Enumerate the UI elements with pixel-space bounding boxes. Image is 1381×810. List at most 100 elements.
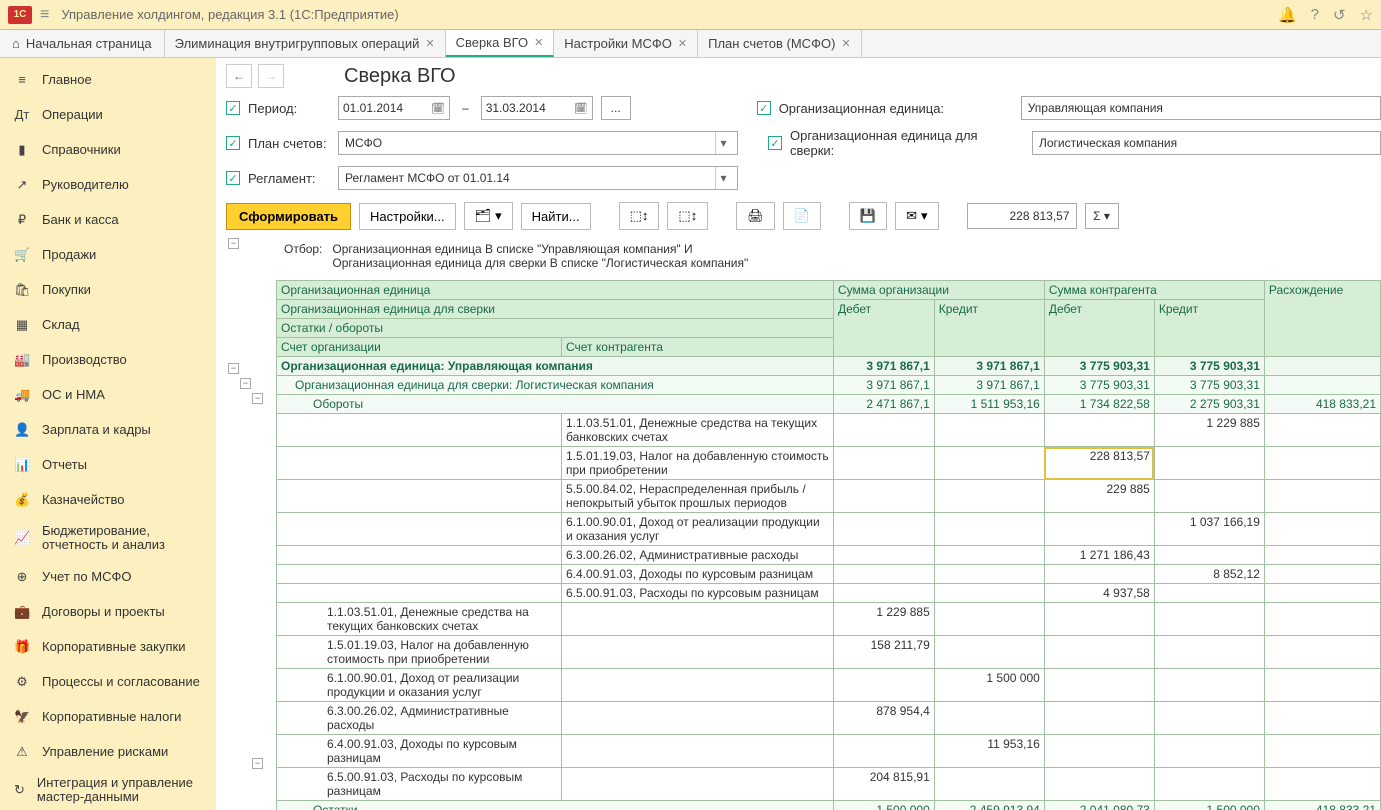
app-logo: 1C <box>8 6 32 24</box>
find-button[interactable]: Найти... <box>521 203 591 230</box>
home-tab[interactable]: ⌂ Начальная страница <box>0 30 165 57</box>
plan-checkbox[interactable]: ✓ <box>226 136 240 150</box>
sidebar-item-14[interactable]: ⊕Учет по МСФО <box>0 559 216 594</box>
org-unit-sv-input[interactable]: Логистическая компания <box>1032 131 1381 155</box>
row-title: Обороты <box>277 395 834 414</box>
sidebar-item-13[interactable]: 📈Бюджетирование, отчетность и анализ <box>0 517 216 559</box>
chevron-down-icon[interactable]: ▾ <box>715 132 731 154</box>
period-from-input[interactable]: 01.01.2014🗓 <box>338 96 450 120</box>
plan-select[interactable]: МСФО▾ <box>338 131 738 155</box>
table-row[interactable]: 1.1.03.51.01, Денежные средства на текущ… <box>277 414 1381 447</box>
sidebar-item-8[interactable]: 🏭Производство <box>0 342 216 377</box>
reglament-label: Регламент: <box>248 171 330 186</box>
sidebar-item-1[interactable]: ДтОперации <box>0 97 216 132</box>
tab-3[interactable]: План счетов (МСФО)✕ <box>698 30 862 57</box>
table-row[interactable]: Обороты2 471 867,11 511 953,161 734 822,… <box>277 395 1381 414</box>
table-row[interactable]: 6.3.00.26.02, Административные расходы87… <box>277 702 1381 735</box>
calendar-icon[interactable]: 🗓 <box>431 102 445 115</box>
table-row[interactable]: 1.5.01.19.03, Налог на добавленную стоим… <box>277 636 1381 669</box>
cell-value <box>834 513 935 546</box>
printer-icon: 🖨 <box>747 208 764 224</box>
table-row[interactable]: 6.4.00.91.03, Доходы по курсовым разница… <box>277 565 1381 584</box>
table-row[interactable]: 1.5.01.19.03, Налог на добавленную стоим… <box>277 447 1381 480</box>
sidebar-icon: 📈 <box>14 530 30 546</box>
cell-value <box>834 480 935 513</box>
sidebar-item-15[interactable]: 💼Договоры и проекты <box>0 594 216 629</box>
sidebar-icon: 💰 <box>14 492 30 508</box>
org-unit-checkbox[interactable]: ✓ <box>757 101 771 115</box>
help-icon[interactable]: ? <box>1311 6 1319 24</box>
table-row[interactable]: Остатки1 500 0002 459 913,942 041 080,73… <box>277 801 1381 810</box>
save-button[interactable]: 💾 <box>849 202 887 230</box>
cell-value <box>1154 546 1264 565</box>
table-row[interactable]: Организационная единица для сверки: Логи… <box>277 376 1381 395</box>
table-row[interactable]: Организационная единица: Управляющая ком… <box>277 357 1381 376</box>
table-row[interactable]: 6.1.00.90.01, Доход от реализации продук… <box>277 513 1381 546</box>
sidebar-item-3[interactable]: ↗Руководителю <box>0 167 216 202</box>
sidebar-item-17[interactable]: ⚙Процессы и согласование <box>0 664 216 699</box>
reglament-select[interactable]: Регламент МСФО от 01.01.14▾ <box>338 166 738 190</box>
tree-collapse-icon[interactable]: − <box>252 393 263 404</box>
table-row[interactable]: 1.1.03.51.01, Денежные средства на текущ… <box>277 603 1381 636</box>
sidebar-item-6[interactable]: 🛍Покупки <box>0 272 216 307</box>
table-row[interactable]: 6.5.00.91.03, Расходы по курсовым разниц… <box>277 584 1381 603</box>
tree-collapse-icon[interactable]: − <box>228 363 239 374</box>
period-checkbox[interactable]: ✓ <box>226 101 240 115</box>
sidebar-item-12[interactable]: 💰Казначейство <box>0 482 216 517</box>
org-unit-sv-checkbox[interactable]: ✓ <box>768 136 782 150</box>
email-button[interactable]: ✉▾ <box>895 202 938 230</box>
table-row[interactable]: 6.1.00.90.01, Доход от реализации продук… <box>277 669 1381 702</box>
star-icon[interactable]: ☆ <box>1360 6 1373 24</box>
menu-icon[interactable]: ≡ <box>40 6 49 24</box>
expand-button[interactable]: ⬚↕ <box>619 202 660 230</box>
tree-collapse-icon[interactable]: − <box>228 238 239 249</box>
sidebar-item-4[interactable]: ₽Банк и касса <box>0 202 216 237</box>
tab-2[interactable]: Настройки МСФО✕ <box>554 30 698 57</box>
preview-button[interactable]: 📄 <box>783 202 821 230</box>
reglament-checkbox[interactable]: ✓ <box>226 171 240 185</box>
tree-collapse-icon[interactable]: − <box>252 758 263 769</box>
sidebar-item-20[interactable]: ↻Интеграция и управление мастер-данными <box>0 769 216 810</box>
close-icon[interactable]: ✕ <box>425 37 434 50</box>
cell-value: 1 511 953,16 <box>934 395 1044 414</box>
tab-0[interactable]: Элиминация внутригрупповых операций✕ <box>165 30 446 57</box>
calendar-icon[interactable]: 🗓 <box>574 102 588 115</box>
period-to-input[interactable]: 31.03.2014🗓 <box>481 96 593 120</box>
cell-value: 2 275 903,31 <box>1154 395 1264 414</box>
tab-1[interactable]: Сверка ВГО✕ <box>446 30 555 57</box>
history-icon[interactable]: ↺ <box>1333 6 1346 24</box>
sidebar-item-7[interactable]: ▦Склад <box>0 307 216 342</box>
forward-button[interactable]: → <box>258 64 284 88</box>
close-icon[interactable]: ✕ <box>678 37 687 50</box>
sidebar-item-2[interactable]: ▮Справочники <box>0 132 216 167</box>
sidebar-item-9[interactable]: 🚚ОС и НМА <box>0 377 216 412</box>
close-icon[interactable]: ✕ <box>534 36 543 49</box>
col-diff: Расхождение <box>1264 281 1380 357</box>
table-row[interactable]: 6.4.00.91.03, Доходы по курсовым разница… <box>277 735 1381 768</box>
sidebar-item-11[interactable]: 📊Отчеты <box>0 447 216 482</box>
table-row[interactable]: 6.3.00.26.02, Административные расходы1 … <box>277 546 1381 565</box>
sum-button[interactable]: Σ ▾ <box>1085 203 1119 229</box>
generate-button[interactable]: Сформировать <box>226 203 351 230</box>
org-unit-input[interactable]: Управляющая компания <box>1021 96 1381 120</box>
table-row[interactable]: 6.5.00.91.03, Расходы по курсовым разниц… <box>277 768 1381 801</box>
bell-icon[interactable]: 🔔 <box>1278 6 1297 24</box>
settings-button[interactable]: Настройки... <box>359 203 456 230</box>
filter-label: Отбор: <box>284 242 322 270</box>
sidebar-item-18[interactable]: 🦅Корпоративные налоги <box>0 699 216 734</box>
close-icon[interactable]: ✕ <box>841 37 850 50</box>
sidebar-item-19[interactable]: ⚠Управление рисками <box>0 734 216 769</box>
tree-collapse-icon[interactable]: − <box>240 378 251 389</box>
sidebar-item-10[interactable]: 👤Зарплата и кадры <box>0 412 216 447</box>
sidebar-item-16[interactable]: 🎁Корпоративные закупки <box>0 629 216 664</box>
period-more-button[interactable]: ... <box>601 96 631 120</box>
chevron-down-icon[interactable]: ▾ <box>715 167 731 189</box>
print-button[interactable]: 🖨 <box>736 202 775 230</box>
table-row[interactable]: 5.5.00.84.02, Нераспределенная прибыль /… <box>277 480 1381 513</box>
sidebar-item-5[interactable]: 🛒Продажи <box>0 237 216 272</box>
sidebar-item-0[interactable]: ≡Главное <box>0 62 216 97</box>
app-title: Управление холдингом, редакция 3.1 (1С:П… <box>61 7 1278 22</box>
back-button[interactable]: ← <box>226 64 252 88</box>
collapse-button[interactable]: ⬚↕ <box>667 202 708 230</box>
options-button[interactable]: 🗂▾ <box>464 202 513 230</box>
